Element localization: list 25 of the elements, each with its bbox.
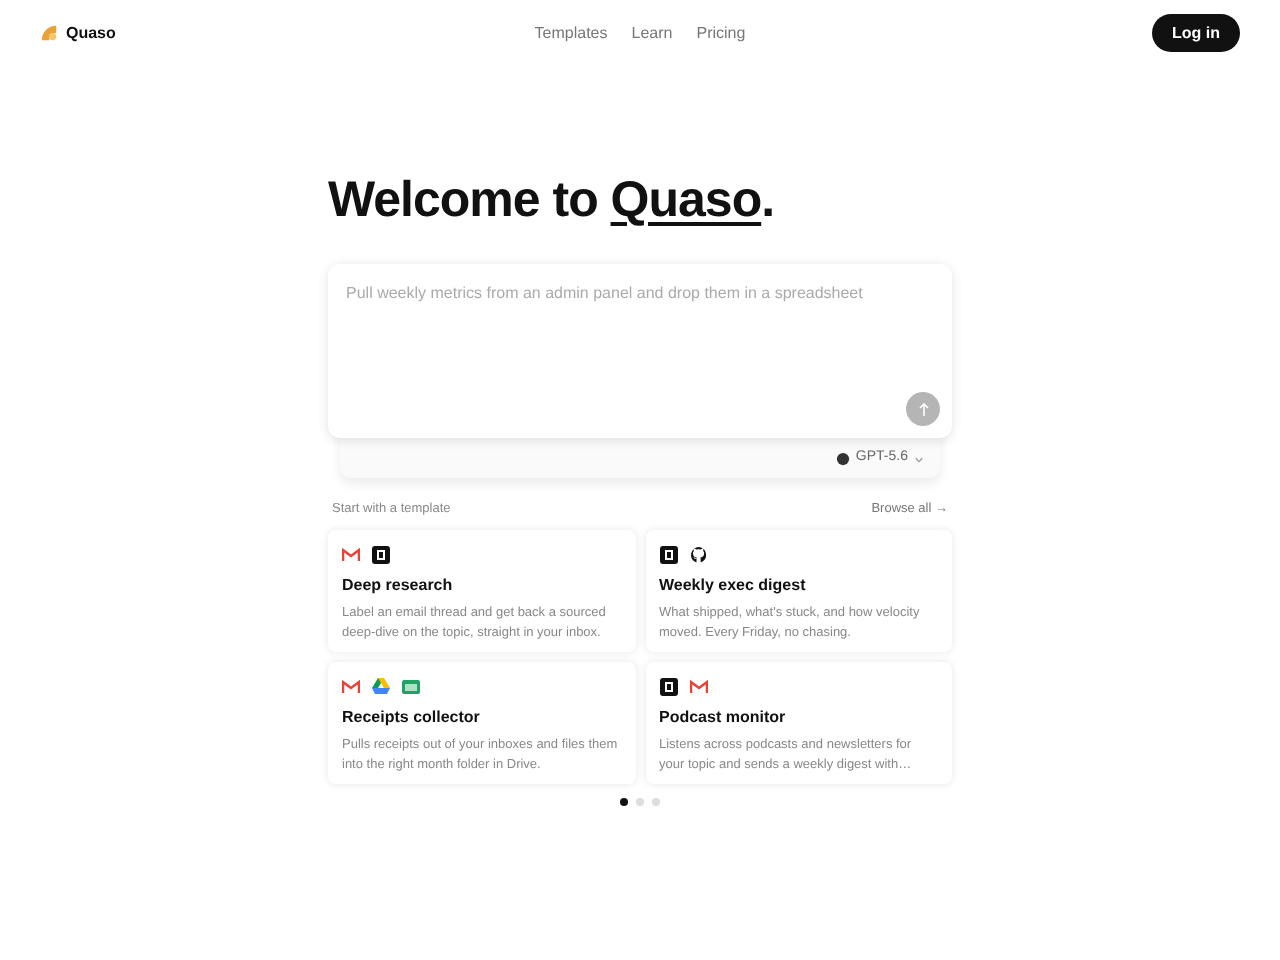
chevron-icon [914,455,924,463]
notebook-icon [659,677,677,696]
mail-icon [689,679,707,694]
welcome-heading: Welcome to Quaso. [328,176,777,226]
nav-link[interactable]: Templates [534,21,608,45]
login-button[interactable]: Log in [1151,14,1240,52]
nav-link[interactable]: Pricing [696,21,746,45]
notebook-icon [659,545,677,564]
arrow-up-icon [917,402,929,416]
mail-icon [342,679,360,694]
triangle-icon [372,678,390,695]
send-button[interactable] [906,392,940,426]
template-title: Podcast monitor [659,705,788,730]
logo-icon [40,24,58,42]
nav-link[interactable]: Learn [631,21,673,45]
template-title: Receipts collector [342,705,482,730]
template-title: Deep research [342,573,455,598]
model-icon [835,452,850,466]
notebook-icon [372,545,390,564]
brand-name: Quaso [66,21,116,45]
template-title: Weekly exec digest [659,573,808,598]
mail-icon [342,547,360,562]
prompt-field[interactable]: Pull weekly metrics from an admin panel and drop them in a spreadsheet [346,282,934,362]
sheet-icon [402,679,420,694]
cat-icon [689,545,707,564]
